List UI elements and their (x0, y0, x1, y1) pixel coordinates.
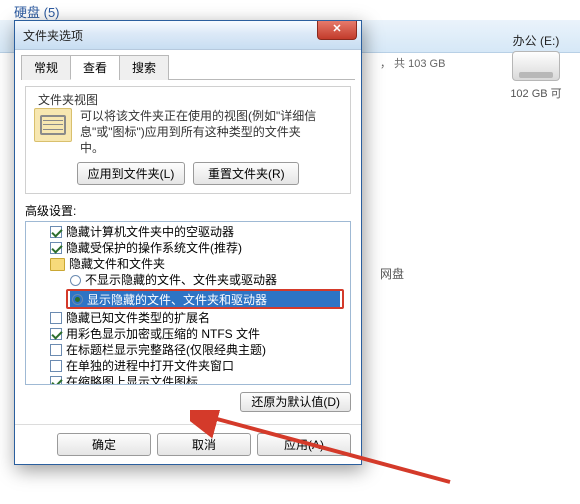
advanced-settings-label: 高级设置: (25, 202, 351, 219)
dialog-titlebar: 文件夹选项 ✕ (15, 21, 361, 50)
folder-view-description: 可以将该文件夹正在使用的视图(例如"详细信 息"或"图标")应用到所有这种类型的… (80, 108, 316, 156)
setting-hide-hidden[interactable]: 不显示隐藏的文件、文件夹或驱动器 (30, 272, 350, 288)
setting-hide-protected-os-files[interactable]: 隐藏受保护的操作系统文件(推荐) (30, 240, 350, 256)
drives-section-header: 硬盘 (5) (14, 2, 60, 21)
apply-button[interactable]: 应用(A) (257, 433, 351, 456)
restore-defaults-button[interactable]: 还原为默认值(D) (240, 392, 351, 412)
advanced-settings-tree[interactable]: 隐藏计算机文件夹中的空驱动器 隐藏受保护的操作系统文件(推荐) 隐藏文件和文件夹… (25, 221, 351, 385)
drive-size-text: 102 GB 可 (506, 85, 566, 101)
checkbox-icon[interactable] (50, 376, 62, 385)
checkbox-icon[interactable] (50, 344, 62, 356)
folder-options-dialog: 文件夹选项 ✕ 常规 查看 搜索 文件夹视图 可以将该文件夹正在使用的视图(例如… (14, 20, 362, 465)
reset-folders-button[interactable]: 重置文件夹(R) (193, 162, 299, 185)
tab-view[interactable]: 查看 (70, 55, 120, 80)
dialog-title: 文件夹选项 (23, 27, 83, 44)
folder-view-icon (34, 108, 72, 142)
folder-view-group-title: 文件夹视图 (34, 91, 102, 108)
drive-capacity-text: ， 共 103 GB (380, 55, 445, 71)
tab-search[interactable]: 搜索 (119, 55, 169, 80)
radio-icon[interactable] (70, 275, 81, 286)
annotation-highlight: 显示隐藏的文件、文件夹和驱动器 (66, 289, 344, 309)
checkbox-icon[interactable] (50, 328, 62, 340)
folder-icon (50, 258, 65, 271)
setting-separate-process[interactable]: 在单独的进程中打开文件夹窗口 (30, 358, 350, 374)
dialog-action-bar: 确定 取消 应用(A) (15, 424, 361, 464)
setting-full-path-titlebar[interactable]: 在标题栏显示完整路径(仅限经典主题) (30, 342, 350, 358)
setting-hide-extensions[interactable]: 隐藏已知文件类型的扩展名 (30, 310, 350, 326)
checkbox-icon[interactable] (50, 242, 62, 254)
checkbox-icon[interactable] (50, 226, 62, 238)
radio-icon[interactable] (72, 294, 83, 305)
close-button[interactable]: ✕ (317, 21, 357, 40)
setting-hidden-files-folder[interactable]: 隐藏文件和文件夹 (30, 256, 350, 272)
dialog-tabs: 常规 查看 搜索 (21, 54, 355, 80)
hard-drive-icon (512, 51, 560, 81)
tab-general[interactable]: 常规 (21, 55, 71, 80)
drive-item[interactable]: 办公 (E:) 102 GB 可 (506, 32, 566, 101)
checkbox-icon[interactable] (50, 360, 62, 372)
cancel-button[interactable]: 取消 (157, 433, 251, 456)
checkbox-icon[interactable] (50, 312, 62, 324)
setting-ntfs-color[interactable]: 用彩色显示加密或压缩的 NTFS 文件 (30, 326, 350, 342)
ok-button[interactable]: 确定 (57, 433, 151, 456)
drive-label: 办公 (E:) (506, 32, 566, 49)
folder-view-group: 文件夹视图 可以将该文件夹正在使用的视图(例如"详细信 息"或"图标")应用到所… (25, 86, 351, 194)
setting-thumbnail-file-icons[interactable]: 在缩略图上显示文件图标 (30, 374, 350, 385)
apply-to-folders-button[interactable]: 应用到文件夹(L) (77, 162, 186, 185)
netdisk-label: 网盘 (380, 265, 404, 282)
setting-show-hidden[interactable]: 显示隐藏的文件、文件夹和驱动器 (70, 291, 340, 307)
setting-hide-empty-drives[interactable]: 隐藏计算机文件夹中的空驱动器 (30, 224, 350, 240)
